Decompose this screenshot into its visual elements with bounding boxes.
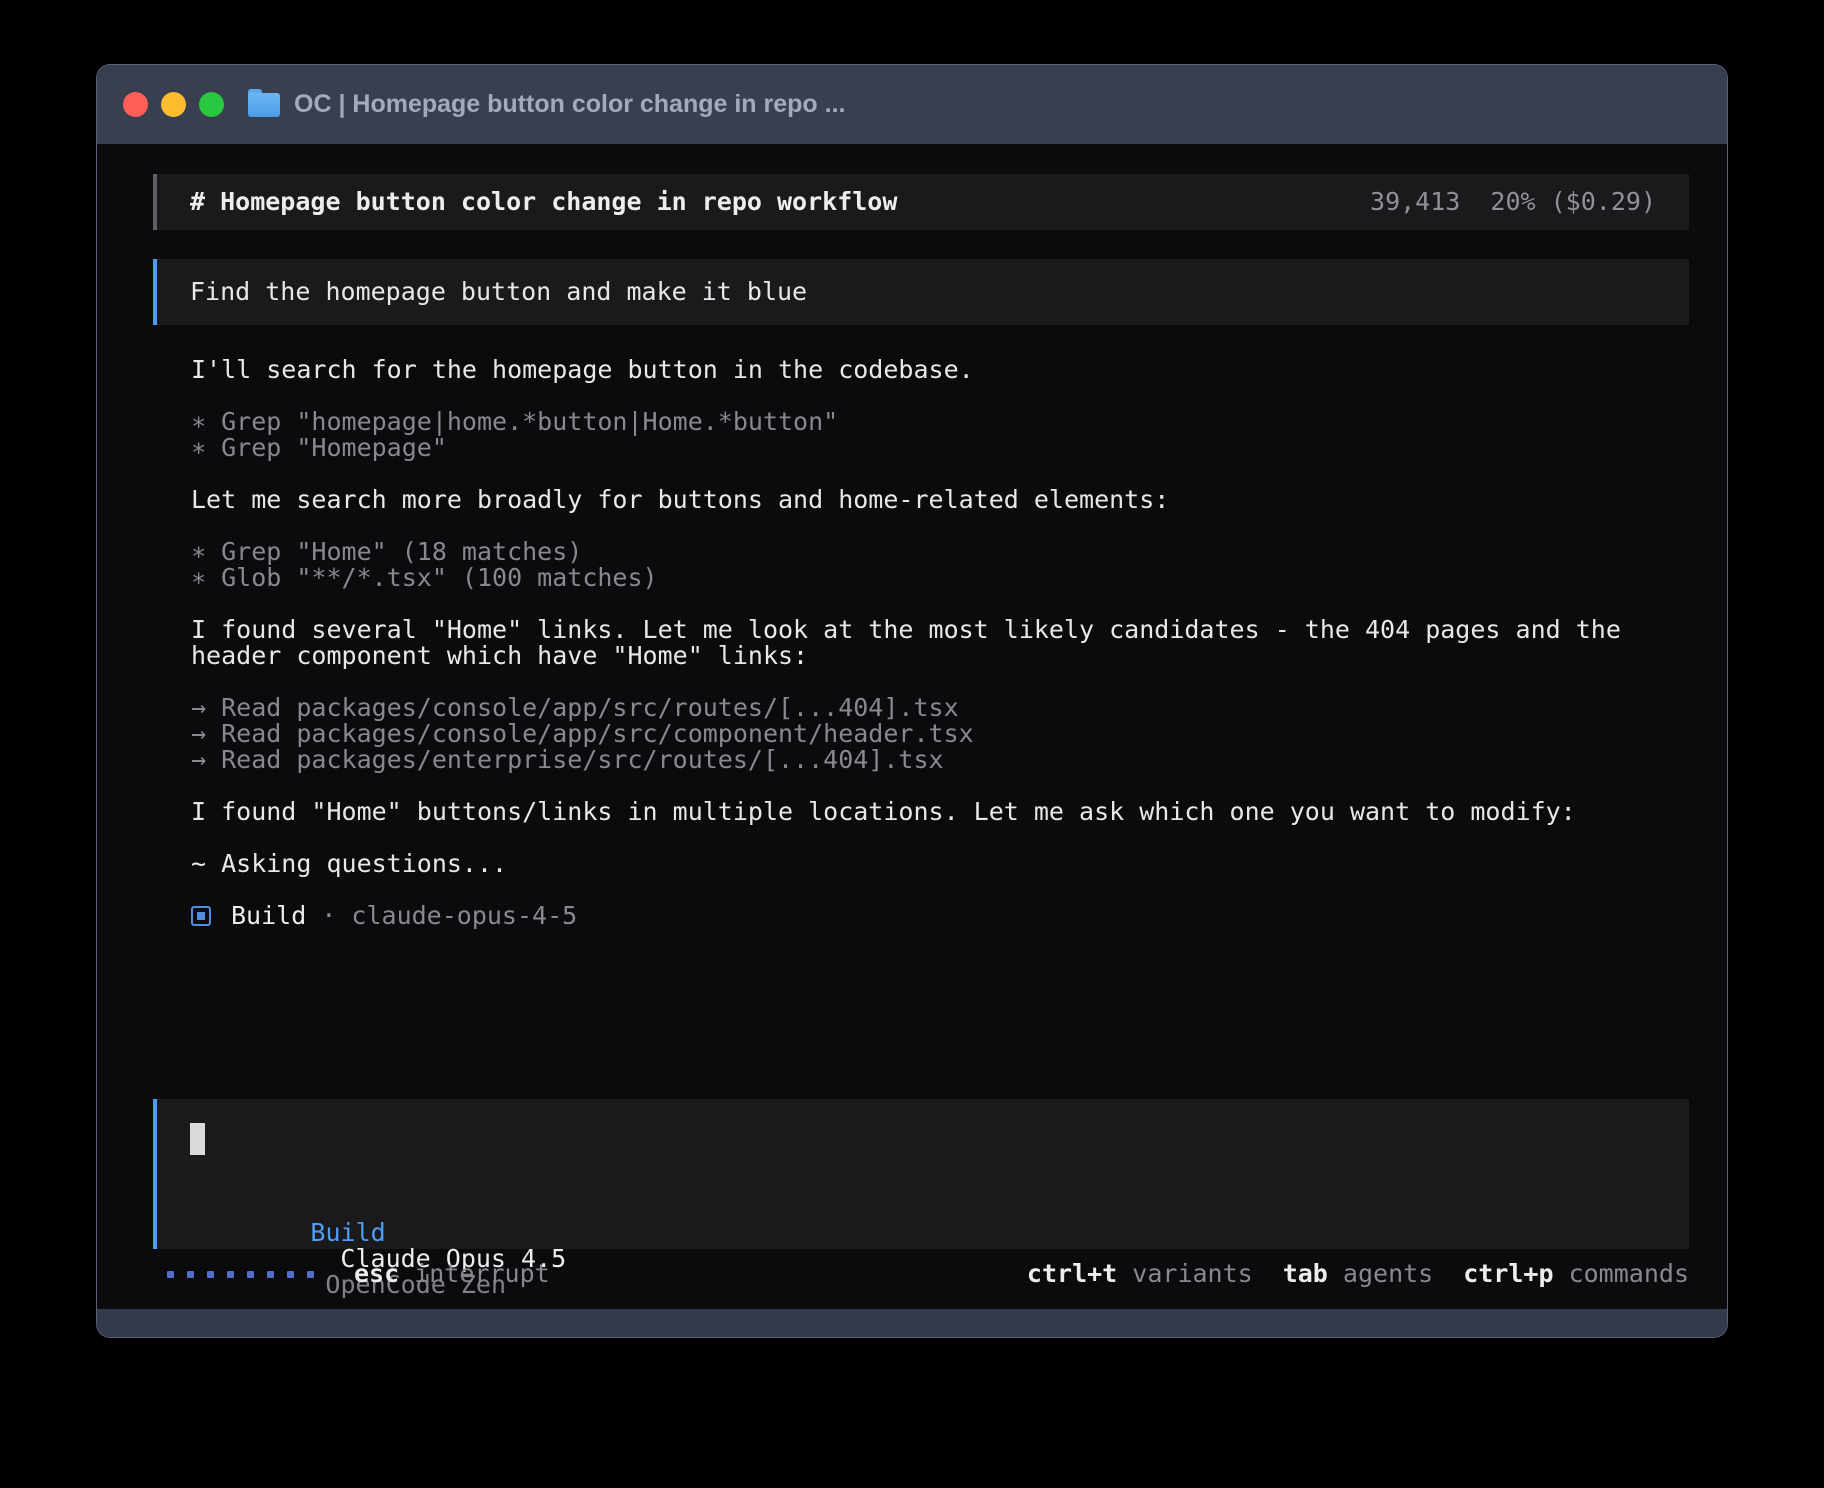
terminal-line bbox=[191, 773, 1689, 799]
text-cursor bbox=[190, 1123, 205, 1155]
status-footer: esc interrupt ctrl+t variantstab agentsc… bbox=[153, 1261, 1689, 1287]
terminal-line: ∗ Grep "Home" (18 matches) bbox=[191, 539, 1689, 565]
terminal-line: → Read packages/console/app/src/componen… bbox=[191, 721, 1689, 747]
spinner-dot bbox=[287, 1271, 294, 1278]
interrupt-hint: interrupt bbox=[399, 1261, 550, 1287]
prompt-input[interactable]: Build Claude Opus 4.5 OpenCode Zen bbox=[153, 1099, 1689, 1249]
status-separator: · bbox=[306, 903, 351, 929]
input-agent-name[interactable]: Build bbox=[310, 1218, 385, 1247]
terminal-line: ∗ Grep "Homepage" bbox=[191, 435, 1689, 461]
spinner-dot bbox=[267, 1271, 274, 1278]
spinner-dot bbox=[307, 1271, 314, 1278]
terminal-line: ~ Asking questions... bbox=[191, 851, 1689, 877]
terminal-line: I'll search for the homepage button in t… bbox=[191, 357, 1689, 383]
terminal-line: ∗ Glob "**/*.tsx" (100 matches) bbox=[191, 565, 1689, 591]
terminal-line: I found "Home" buttons/links in multiple… bbox=[191, 799, 1689, 825]
conversation: I'll search for the homepage button in t… bbox=[153, 357, 1689, 877]
shortcut-key: tab bbox=[1283, 1259, 1328, 1288]
busy-spinner-dots bbox=[167, 1271, 314, 1278]
terminal-line: ∗ Grep "homepage|home.*button|Home.*butt… bbox=[191, 409, 1689, 435]
spinner-dot bbox=[167, 1271, 174, 1278]
terminal-line bbox=[191, 383, 1689, 409]
shortcut-hint: tab agents bbox=[1283, 1261, 1434, 1287]
window-title: OC | Homepage button color change in rep… bbox=[294, 90, 845, 119]
terminal-content: # Homepage button color change in repo w… bbox=[97, 144, 1727, 1309]
terminal-line bbox=[191, 513, 1689, 539]
footer-shortcuts: ctrl+t variants tab agents ctrl+p commands bbox=[997, 1261, 1689, 1287]
terminal-line: → Read packages/console/app/src/routes/[… bbox=[191, 695, 1689, 721]
minimize-window-button[interactable] bbox=[161, 92, 186, 117]
shortcut-hint: ctrl+t variants bbox=[1027, 1261, 1253, 1287]
zoom-window-button[interactable] bbox=[199, 92, 224, 117]
terminal-line: header component which have "Home" links… bbox=[191, 643, 1689, 669]
spinner-dot bbox=[227, 1271, 234, 1278]
esc-key-label: esc bbox=[354, 1261, 399, 1287]
shortcut-key: ctrl+t bbox=[1027, 1259, 1117, 1288]
terminal-line: → Read packages/enterprise/src/routes/[.… bbox=[191, 747, 1689, 773]
terminal-line bbox=[191, 591, 1689, 617]
terminal-window: OC | Homepage button color change in rep… bbox=[96, 64, 1728, 1338]
session-header: # Homepage button color change in repo w… bbox=[153, 174, 1689, 230]
terminal-line bbox=[191, 461, 1689, 487]
build-agent-icon bbox=[191, 906, 211, 926]
status-agent-name: Build bbox=[231, 903, 306, 929]
footer-left: esc interrupt bbox=[153, 1261, 550, 1287]
status-model-name: claude-opus-4-5 bbox=[351, 903, 577, 929]
traffic-lights bbox=[123, 92, 224, 117]
terminal-line: Let me search more broadly for buttons a… bbox=[191, 487, 1689, 513]
agent-status-row: Build · claude-opus-4-5 bbox=[153, 903, 1689, 929]
spinner-dot bbox=[207, 1271, 214, 1278]
shortcut-label: variants bbox=[1117, 1259, 1252, 1288]
user-message: Find the homepage button and make it blu… bbox=[153, 259, 1689, 325]
window-titlebar: OC | Homepage button color change in rep… bbox=[97, 65, 1727, 144]
shortcut-hint: ctrl+p commands bbox=[1463, 1261, 1689, 1287]
close-window-button[interactable] bbox=[123, 92, 148, 117]
folder-icon bbox=[248, 93, 280, 117]
shortcut-label: agents bbox=[1328, 1259, 1433, 1288]
session-title: # Homepage button color change in repo w… bbox=[190, 189, 897, 215]
shortcut-key: ctrl+p bbox=[1463, 1259, 1553, 1288]
spinner-dot bbox=[247, 1271, 254, 1278]
window-bottom-bar bbox=[97, 1309, 1727, 1337]
shortcut-label: commands bbox=[1554, 1259, 1689, 1288]
terminal-line: I found several "Home" links. Let me loo… bbox=[191, 617, 1689, 643]
terminal-line bbox=[191, 825, 1689, 851]
session-stats: 39,413 20% ($0.29) bbox=[1370, 189, 1656, 215]
terminal-line bbox=[191, 669, 1689, 695]
spinner-dot bbox=[187, 1271, 194, 1278]
